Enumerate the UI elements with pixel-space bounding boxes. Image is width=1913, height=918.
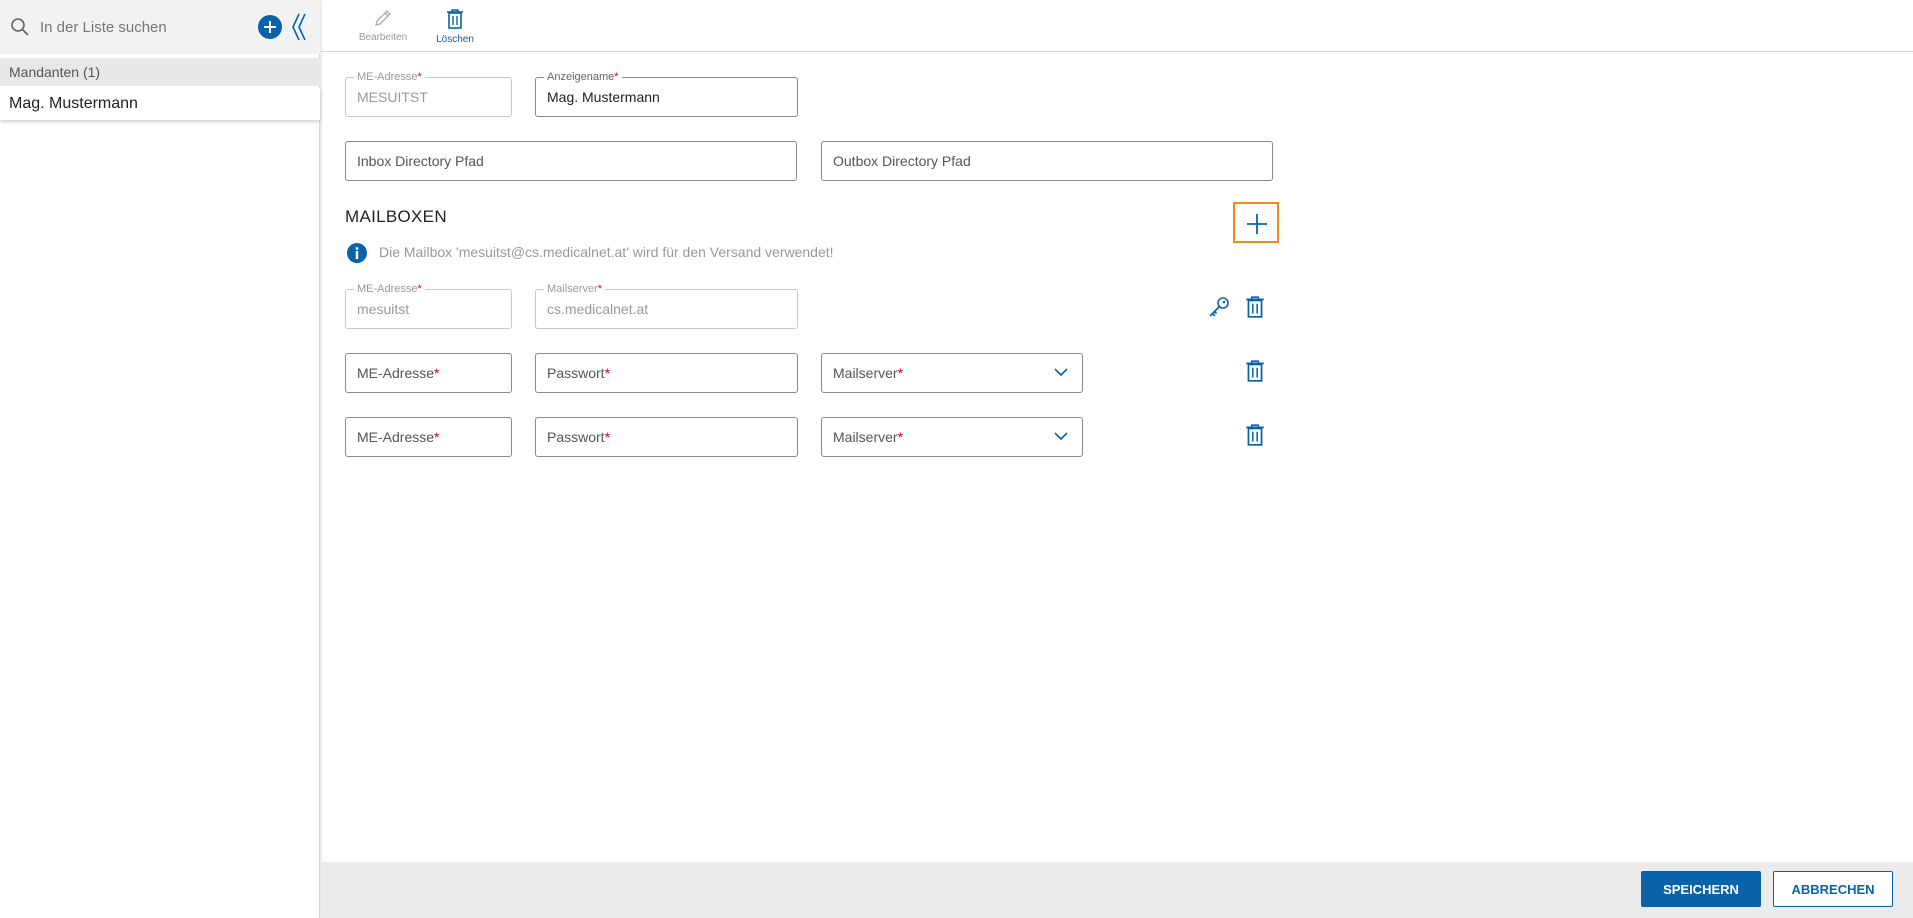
sidebar: Mandanten (1) Mag. Mustermann [0,0,320,918]
new-mailbox-server-select[interactable]: Mailserver* [821,417,1083,457]
search-bar [0,0,320,54]
inbox-path-field[interactable]: Inbox Directory Pfad [345,141,797,181]
delete-mailbox-button[interactable] [1244,359,1268,383]
plus-icon [264,21,276,33]
save-button[interactable]: SPEICHERN [1641,871,1761,907]
delete-mailbox-button[interactable] [1244,423,1268,447]
key-button[interactable] [1207,295,1231,319]
me-address-field: ME-Adresse* MESUITST [345,70,512,117]
mailbox-me-address-label: ME-Adresse [357,283,418,295]
edit-button[interactable]: Bearbeiten [348,8,418,43]
delete-label: Löschen [436,34,474,45]
pencil-icon [375,10,391,26]
mailbox-me-address-field: ME-Adresse* mesuitst [345,282,512,329]
new-mailbox-server-select[interactable]: Mailserver* [821,353,1083,393]
cancel-button[interactable]: ABBRECHEN [1773,871,1893,907]
delete-button[interactable]: Löschen [420,8,490,45]
mailboxes-title: MAILBOXEN [345,207,447,226]
mailserver-placeholder: Mailserver [833,429,898,445]
new-mailbox-password-input[interactable]: Passwort* [535,417,798,457]
new-mailbox-me-address-input[interactable]: ME-Adresse* [345,353,512,393]
collapse-sidebar-icon[interactable] [290,12,308,42]
info-icon [347,243,367,263]
edit-label: Bearbeiten [358,32,408,43]
password-placeholder: Passwort [547,365,605,381]
inbox-path-placeholder: Inbox Directory Pfad [357,153,484,169]
me-address-label: ME-Adresse [357,71,418,83]
new-mailbox-me-address-input[interactable]: ME-Adresse* [345,417,512,457]
plus-icon [1247,214,1267,234]
toolbar: Bearbeiten Löschen [321,0,1913,52]
mailbox-server-field: Mailserver* cs.medicalnet.at [535,282,798,329]
group-header: Mandanten (1) [0,58,320,86]
list-item[interactable]: Mag. Mustermann [0,88,320,120]
mailbox-server-value: cs.medicalnet.at [547,301,649,317]
me-address-value: MESUITST [357,89,428,105]
delete-mailbox-button[interactable] [1244,295,1268,319]
display-name-label: Anzeigename [547,71,615,83]
search-icon [11,18,29,36]
chevron-down-icon [1054,432,1068,441]
mailbox-me-address-value: mesuitst [357,301,410,317]
add-client-button[interactable] [258,15,282,39]
chevron-down-icon [1054,368,1068,377]
password-placeholder: Passwort [547,429,605,445]
trash-icon [1246,296,1264,318]
me-address-placeholder: ME-Adresse [357,365,435,381]
search-input[interactable] [40,14,240,40]
key-icon [1209,297,1229,317]
display-name-field[interactable]: Anzeigename* Mag. Mustermann [535,70,798,117]
me-address-placeholder: ME-Adresse [357,429,435,445]
info-text: Die Mailbox 'mesuitst@cs.medicalnet.at' … [379,244,834,260]
add-mailbox-button[interactable] [1233,202,1279,243]
mailbox-server-label: Mailserver [547,283,598,295]
new-mailbox-password-input[interactable]: Passwort* [535,353,798,393]
trash-icon [1246,424,1264,446]
outbox-path-field[interactable]: Outbox Directory Pfad [821,141,1273,181]
trash-icon [447,9,463,29]
display-name-value: Mag. Mustermann [547,89,660,105]
trash-icon [1246,360,1264,382]
outbox-path-placeholder: Outbox Directory Pfad [833,153,971,169]
mailserver-placeholder: Mailserver [833,365,898,381]
